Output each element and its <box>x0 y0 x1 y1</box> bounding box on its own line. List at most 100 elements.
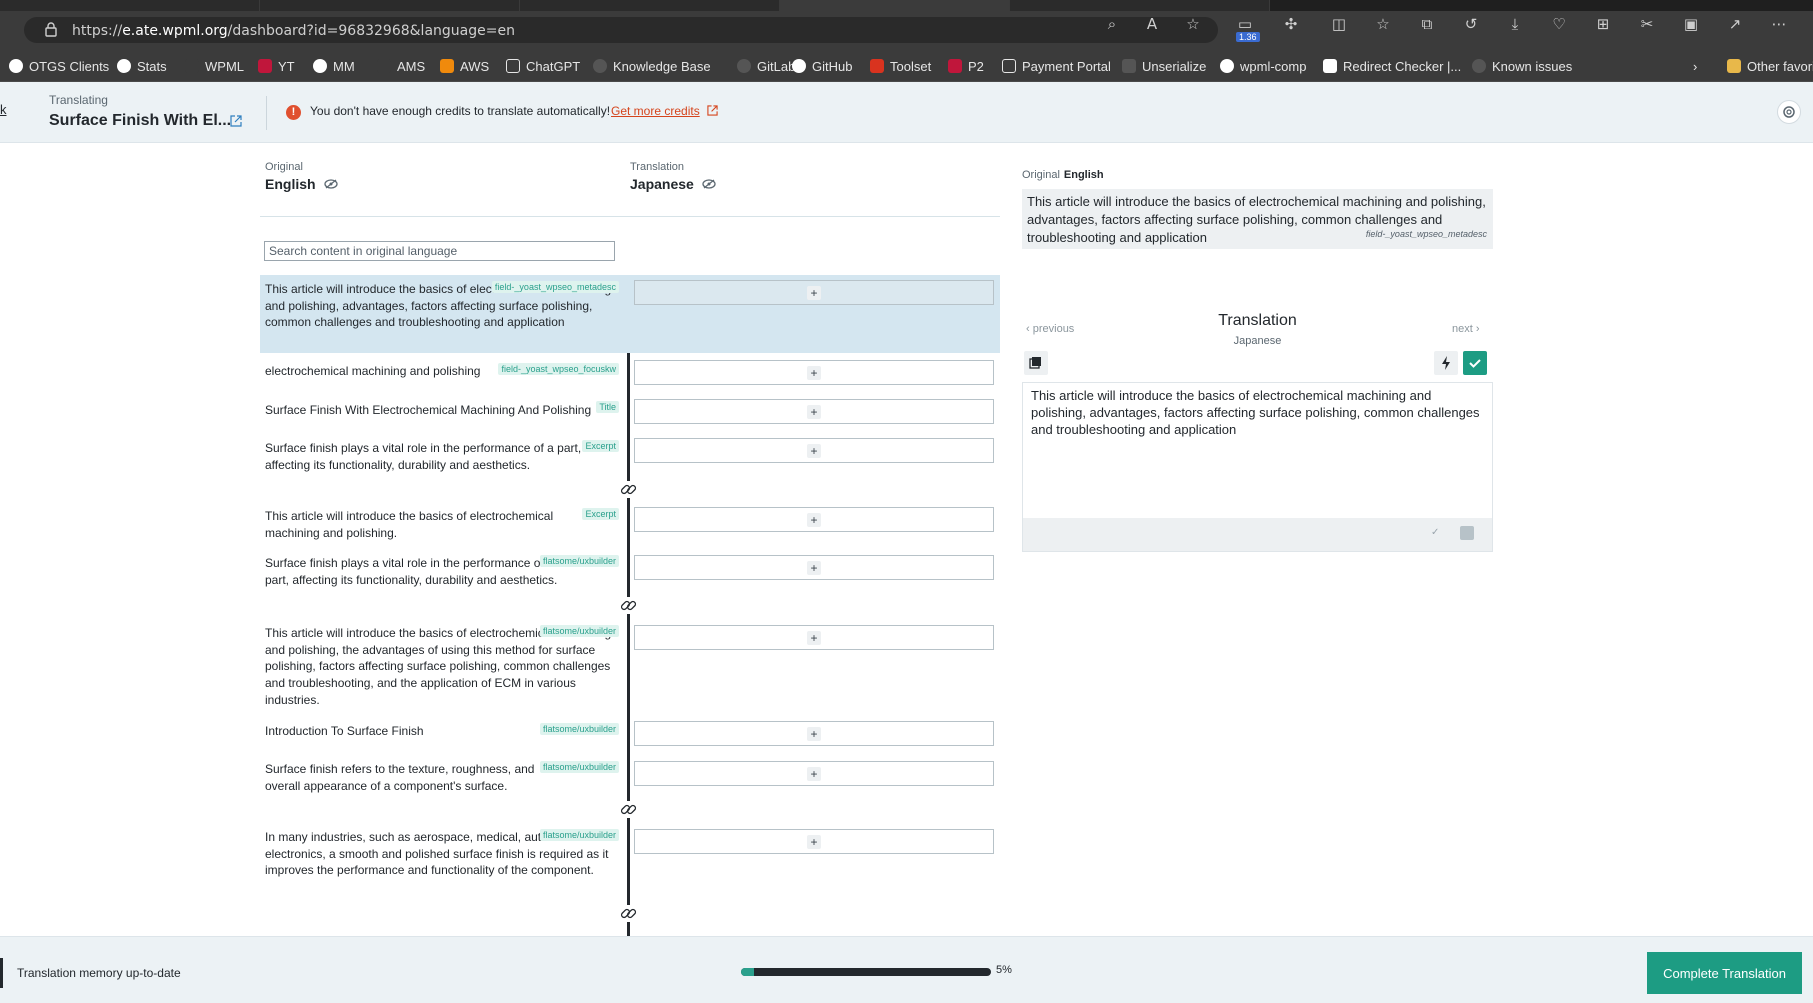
segment-translation-box[interactable]: + <box>634 625 994 650</box>
add-translation-button[interactable]: + <box>807 631 821 645</box>
bookmark-stats[interactable]: Stats <box>117 57 167 75</box>
bookmark-unserialize[interactable]: Unserialize <box>1122 57 1206 75</box>
collections-icon[interactable]: ⧉ <box>1418 15 1436 33</box>
segment-row[interactable]: This article will introduce the basics o… <box>260 275 1000 353</box>
split-screen-icon[interactable]: ◫ <box>1330 15 1348 33</box>
link-icon[interactable] <box>620 481 637 498</box>
segment-row[interactable]: This article will introduce the basics o… <box>260 504 1000 548</box>
copy-original-button[interactable] <box>1024 351 1048 375</box>
translation-editor[interactable]: This article will introduce the basics o… <box>1022 382 1493 552</box>
url-host: e.ate.wpml.org <box>122 23 228 39</box>
add-translation-button[interactable]: + <box>807 727 821 741</box>
downloads-icon[interactable]: ⤓ <box>1506 15 1524 33</box>
bookmark-p2[interactable]: P2 <box>948 57 984 75</box>
add-translation-button[interactable]: + <box>807 513 821 527</box>
segment-translation-box[interactable]: + <box>634 507 994 532</box>
add-translation-button[interactable]: + <box>807 286 821 300</box>
segment-translation-box[interactable]: + <box>634 829 994 854</box>
bookmark-wpml[interactable]: WPML <box>185 57 244 75</box>
link-icon[interactable] <box>620 597 637 614</box>
bookmark-ams[interactable]: AMS <box>377 57 425 75</box>
lock-icon <box>45 22 57 37</box>
browser-tab[interactable] <box>260 0 520 11</box>
segment-row[interactable]: Surface finish plays a vital role in the… <box>260 552 1000 596</box>
segment-translation-box[interactable]: + <box>634 761 994 786</box>
bookmark-github[interactable]: GitHub <box>792 57 852 75</box>
bookmark-mm[interactable]: MM <box>313 57 355 75</box>
external-link-icon[interactable] <box>230 115 242 127</box>
share-icon[interactable]: ↗ <box>1726 15 1744 33</box>
get-more-credits-link[interactable]: Get more credits <box>611 104 700 118</box>
segment-translation-box[interactable]: + <box>634 360 994 385</box>
segment-translation-box[interactable]: + <box>634 438 994 463</box>
settings-button[interactable] <box>1777 100 1801 124</box>
eye-slash-icon[interactable] <box>702 179 716 189</box>
spellcheck-icon[interactable]: ✓ <box>1431 527 1439 538</box>
glossary-icon[interactable] <box>1460 526 1474 540</box>
bookmark-otgs-clients[interactable]: OTGS Clients <box>9 57 109 75</box>
segment-row[interactable]: Surface finish refers to the texture, ro… <box>260 758 1000 802</box>
machine-translate-button[interactable] <box>1434 351 1458 375</box>
bookmark-gitlab[interactable]: GitLab <box>737 57 795 75</box>
bookmark-aws[interactable]: AWS <box>440 57 489 75</box>
url-text[interactable]: https://e.ate.wpml.org/dashboard?id=9683… <box>72 23 515 39</box>
search-input[interactable] <box>264 241 615 261</box>
segment-source-text: This article will introduce the basics o… <box>265 509 554 540</box>
browser-tab[interactable] <box>1010 0 1270 11</box>
add-translation-button[interactable]: + <box>807 767 821 781</box>
complete-translation-button[interactable]: Complete Translation <box>1647 952 1802 994</box>
browser-tab[interactable] <box>0 0 260 11</box>
bookmark-redirect-checker[interactable]: Redirect Checker |... <box>1323 57 1461 75</box>
segment-translation-box[interactable]: + <box>634 399 994 424</box>
link-icon[interactable] <box>620 905 637 922</box>
segment-translation-box[interactable]: + <box>634 555 994 580</box>
bookmarks-overflow-chevron-icon[interactable]: › <box>1693 57 1697 75</box>
bookmark-knowledge-base[interactable]: Knowledge Base <box>593 57 711 75</box>
zoom-icon[interactable]: ⌕ <box>1103 15 1121 33</box>
apps-icon[interactable]: ⊞ <box>1594 15 1612 33</box>
translation-editor-text[interactable]: This article will introduce the basics o… <box>1031 387 1486 438</box>
favorites-icon[interactable]: ☆ <box>1374 15 1392 33</box>
add-translation-button[interactable]: + <box>807 405 821 419</box>
browser-tab-active[interactable] <box>780 0 1010 11</box>
add-translation-button[interactable]: + <box>807 835 821 849</box>
confirm-translation-button[interactable] <box>1463 351 1487 375</box>
performance-icon[interactable]: ♡ <box>1550 15 1568 33</box>
bookmark-wpml-comp[interactable]: wpml-comp <box>1220 57 1306 75</box>
link-icon[interactable] <box>620 801 637 818</box>
next-button[interactable]: next › <box>1452 323 1480 335</box>
segment-row[interactable]: electrochemical machining and polishing … <box>260 358 1000 388</box>
segment-row[interactable]: In many industries, such as aerospace, m… <box>260 826 1000 898</box>
extension-icon[interactable]: ▭ <box>1236 15 1254 33</box>
puzzle-icon[interactable]: ✣ <box>1282 15 1300 33</box>
back-link[interactable]: k <box>0 102 7 117</box>
bookmark-other-favorites[interactable]: Other favori <box>1727 57 1813 75</box>
screenshot-icon[interactable]: ✂ <box>1638 15 1656 33</box>
segment-row[interactable]: This article will introduce the basics o… <box>260 621 1000 711</box>
eye-slash-icon[interactable] <box>323 179 338 189</box>
bookmark-yt[interactable]: YT <box>258 57 295 75</box>
bookmark-known-issues[interactable]: Known issues <box>1472 57 1572 75</box>
external-link-icon[interactable] <box>707 105 718 116</box>
browser-tab[interactable] <box>520 0 780 11</box>
add-translation-button[interactable]: + <box>807 561 821 575</box>
segment-translation-box[interactable]: + <box>634 721 994 746</box>
add-translation-button[interactable]: + <box>807 444 821 458</box>
bookmark-chatgpt[interactable]: ChatGPT <box>506 57 580 75</box>
favorite-star-icon[interactable]: ☆ <box>1184 15 1202 33</box>
segment-translation-box[interactable]: + <box>634 280 994 305</box>
segment-row[interactable]: Introduction To Surface Finish flatsome/… <box>260 719 1000 749</box>
read-aloud-icon[interactable]: A <box>1143 15 1161 33</box>
segment-row[interactable]: Surface finish plays a vital role in the… <box>260 436 1000 480</box>
address-bar[interactable]: https://e.ate.wpml.org/dashboard?id=9683… <box>24 17 1218 43</box>
segment-row[interactable]: Surface Finish With Electrochemical Mach… <box>260 397 1000 427</box>
url-prefix: https:// <box>72 23 123 39</box>
footer-bar: Translation memory up-to-date 5% Complet… <box>0 936 1813 1003</box>
bookmark-payment-portal[interactable]: Payment Portal <box>1002 57 1111 75</box>
more-menu-icon[interactable]: ⋯ <box>1770 15 1788 33</box>
bookmark-toolset[interactable]: Toolset <box>870 57 931 75</box>
sidebar-icon[interactable]: ▣ <box>1682 15 1700 33</box>
add-translation-button[interactable]: + <box>807 366 821 380</box>
warning-icon: ! <box>286 105 301 120</box>
history-icon[interactable]: ↺ <box>1462 15 1480 33</box>
